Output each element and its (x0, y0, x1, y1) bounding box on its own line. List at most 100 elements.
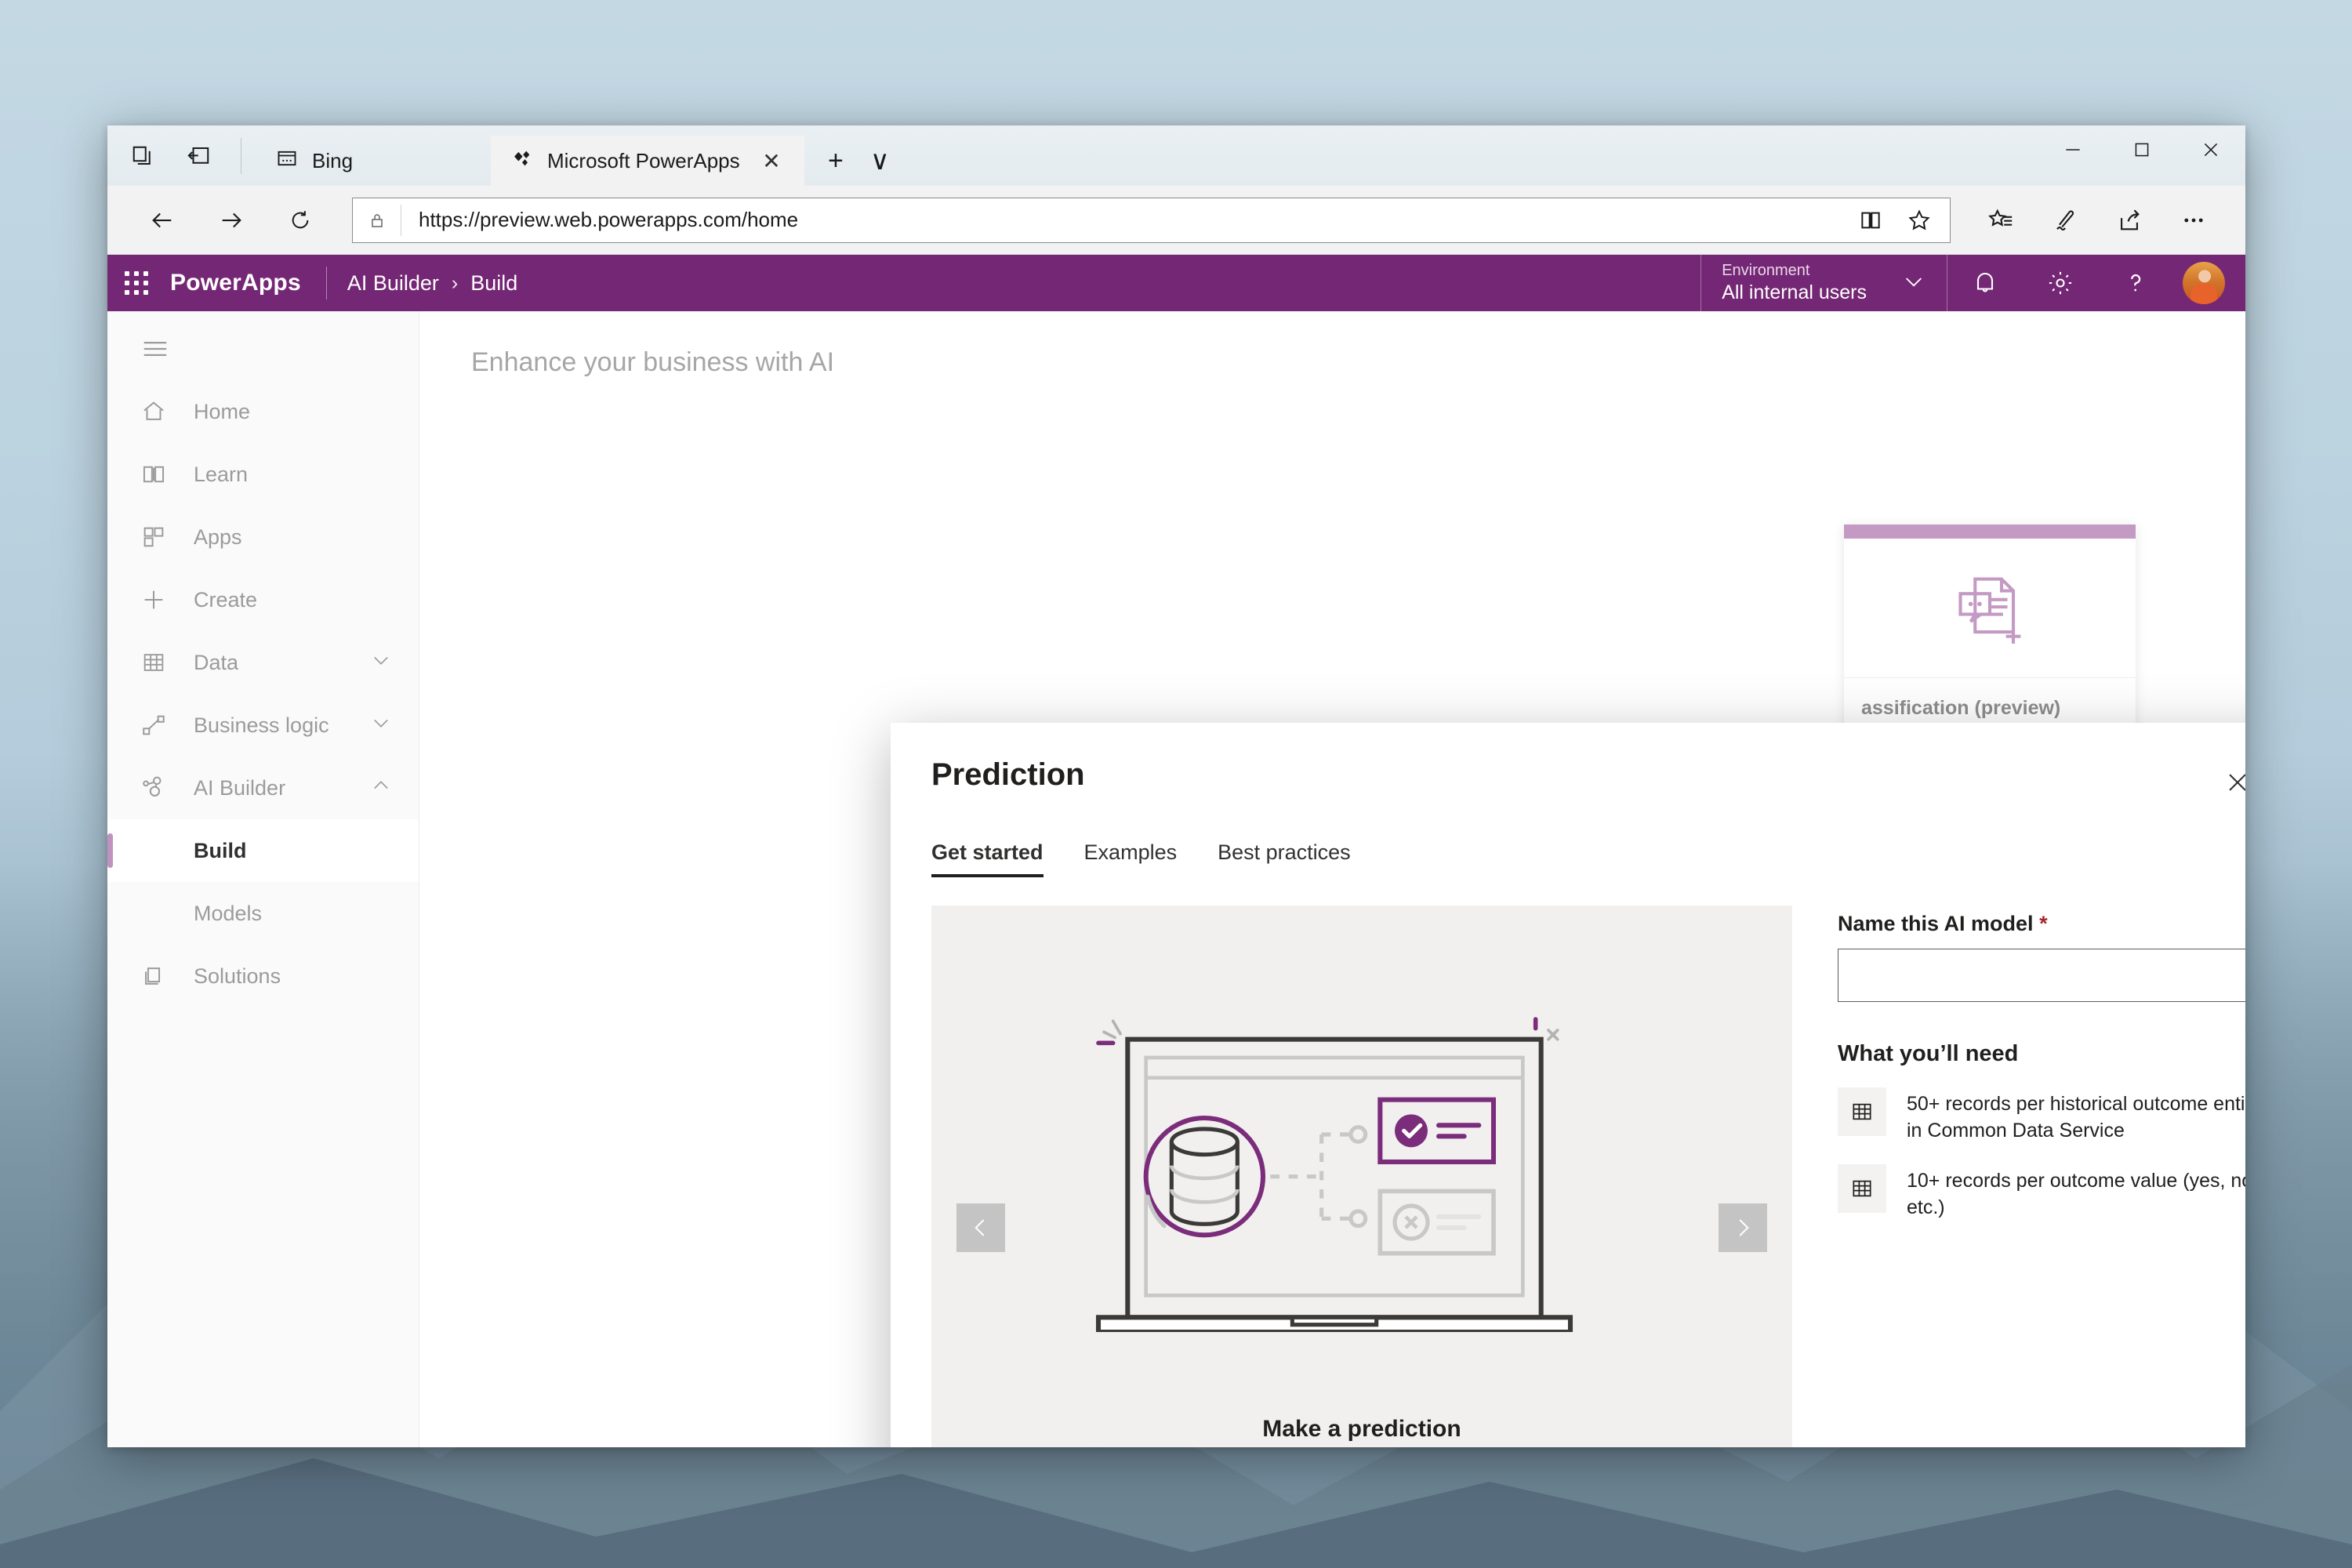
sidebar-item-models[interactable]: Models (107, 882, 419, 945)
card-artwork (1844, 539, 2136, 678)
chevron-right-icon: › (451, 271, 459, 294)
browser-tab-bing[interactable]: Bing (256, 136, 491, 186)
required-marker: * (2039, 912, 2048, 935)
tab-label: Get started (931, 840, 1044, 864)
model-name-label-text: Name this AI model (1838, 912, 2034, 935)
window-controls (2038, 125, 2245, 186)
reload-button[interactable] (266, 193, 335, 248)
powerapps-app: PowerApps AI Builder › Build Environment… (107, 255, 2245, 1447)
carousel-slide-title: Make a prediction (1262, 1416, 1461, 1442)
tab-tools (107, 125, 256, 186)
sidebar-item-business-logic[interactable]: Business logic (107, 694, 419, 757)
sidebar-item-label: Data (194, 650, 239, 674)
close-tab-icon[interactable]: ✕ (756, 148, 787, 174)
sidebar-item-learn[interactable]: Learn (107, 443, 419, 506)
tab-examples[interactable]: Examples (1084, 840, 1178, 877)
new-tab-button[interactable]: + (828, 147, 844, 174)
environment-value: All internal users (1722, 281, 1867, 304)
favorites-list-icon[interactable] (1973, 196, 2029, 245)
sidebar-item-ai-builder[interactable]: AI Builder (107, 757, 419, 819)
avatar[interactable] (2183, 262, 2225, 304)
new-tab-area: + ∨ (804, 136, 913, 186)
sidebar-subitem-label: Build (194, 838, 247, 862)
table-icon (140, 649, 184, 676)
carousel-next-button[interactable] (1719, 1203, 1767, 1252)
reading-view-icon[interactable] (1846, 200, 1895, 241)
environment-label: Environment (1722, 262, 1810, 280)
app-body: Home Learn Apps Create Data Business log… (107, 311, 2245, 1447)
browser-toolbar-icons (1962, 196, 2222, 245)
tab-best-practices[interactable]: Best practices (1218, 840, 1351, 877)
forward-button[interactable] (197, 193, 266, 248)
url-actions (1846, 200, 1950, 241)
favorite-star-icon[interactable] (1895, 200, 1944, 241)
plus-icon (140, 586, 184, 613)
close-icon[interactable] (2212, 757, 2245, 808)
chevron-down-icon[interactable] (370, 649, 392, 677)
dialog-body: Make a prediction Predict outcomes using… (891, 877, 2245, 1447)
tab-title: Microsoft PowerApps (547, 148, 740, 172)
set-aside-tabs-icon[interactable] (181, 138, 217, 174)
chevron-down-icon[interactable] (370, 712, 392, 739)
url-bar[interactable]: https://preview.web.powerapps.com/home (352, 197, 1951, 243)
tab-preview-icon[interactable] (125, 138, 161, 174)
requirement-item: 10+ records per outcome value (yes, no, … (1838, 1164, 2245, 1221)
header-actions: Environment All internal users (1700, 255, 2245, 311)
more-options-icon[interactable] (2165, 196, 2222, 245)
breadcrumb-item-build[interactable]: Build (470, 271, 517, 296)
book-icon (140, 461, 184, 488)
table-icon (1838, 1087, 1886, 1136)
help-icon[interactable] (2098, 255, 2173, 311)
browser-tab-powerapps[interactable]: Microsoft PowerApps ✕ (491, 136, 804, 186)
tab-get-started[interactable]: Get started (931, 840, 1044, 877)
carousel-illustration (1080, 906, 1644, 1416)
breadcrumb-item-ai-builder[interactable]: AI Builder (347, 271, 439, 296)
sidebar-item-home[interactable]: Home (107, 380, 419, 443)
powerapps-icon (511, 147, 533, 175)
browser-tabstrip: Bing Microsoft PowerApps ✕ + ∨ (107, 125, 2245, 186)
environment-picker[interactable]: Environment All internal users (1700, 255, 1947, 311)
sidebar-item-data[interactable]: Data (107, 631, 419, 694)
sidebar-item-create[interactable]: Create (107, 568, 419, 631)
app-header: PowerApps AI Builder › Build Environment… (107, 255, 2245, 311)
notifications-bell-icon[interactable] (1947, 255, 2023, 311)
tab-label: Best practices (1218, 840, 1351, 864)
chevron-down-icon[interactable] (1901, 269, 1926, 298)
sidebar-item-build[interactable]: Build (107, 819, 419, 882)
requirements-title: What you’ll need (1838, 1041, 2019, 1066)
lock-icon (353, 204, 401, 236)
chevron-down-icon[interactable]: ∨ (870, 147, 890, 174)
main-content: Enhance your business with AI assificati… (419, 311, 2245, 1447)
brand-title[interactable]: PowerApps (165, 270, 301, 296)
sidebar-item-solutions[interactable]: Solutions (107, 945, 419, 1007)
requirement-text: 10+ records per outcome value (yes, no, … (1907, 1170, 2245, 1218)
url-text: https://preview.web.powerapps.com/home (419, 208, 799, 231)
table-icon (1838, 1164, 1886, 1213)
dialog-tabs: Get started Examples Best practices (891, 840, 2245, 877)
back-button[interactable] (128, 193, 197, 248)
close-window-button[interactable] (2176, 125, 2245, 174)
web-note-icon[interactable] (2037, 196, 2093, 245)
dialog-header: Prediction (891, 723, 2245, 808)
home-icon (140, 398, 184, 425)
model-name-input[interactable] (1838, 949, 2245, 1002)
sidebar-item-apps[interactable]: Apps (107, 506, 419, 568)
chevron-up-icon[interactable] (370, 775, 392, 802)
sidebar-item-label: AI Builder (194, 775, 286, 800)
minimize-button[interactable] (2038, 125, 2107, 174)
share-icon[interactable] (2101, 196, 2158, 245)
page-icon (276, 147, 298, 175)
app-launcher-icon[interactable] (107, 271, 165, 295)
carousel-prev-button[interactable] (956, 1203, 1005, 1252)
sidebar-item-label: Create (194, 587, 258, 612)
hamburger-menu-icon[interactable] (107, 318, 419, 380)
page-title: Enhance your business with AI (471, 347, 835, 377)
gear-icon[interactable] (2023, 255, 2098, 311)
sidebar: Home Learn Apps Create Data Business log… (107, 311, 419, 1447)
sidebar-item-label: Learn (194, 462, 249, 486)
sidebar-item-label: Apps (194, 524, 242, 549)
ai-builder-icon (140, 775, 184, 801)
requirement-item: 50+ records per historical outcome entit… (1838, 1087, 2245, 1144)
maximize-button[interactable] (2107, 125, 2176, 174)
tab-title: Bing (312, 148, 354, 172)
